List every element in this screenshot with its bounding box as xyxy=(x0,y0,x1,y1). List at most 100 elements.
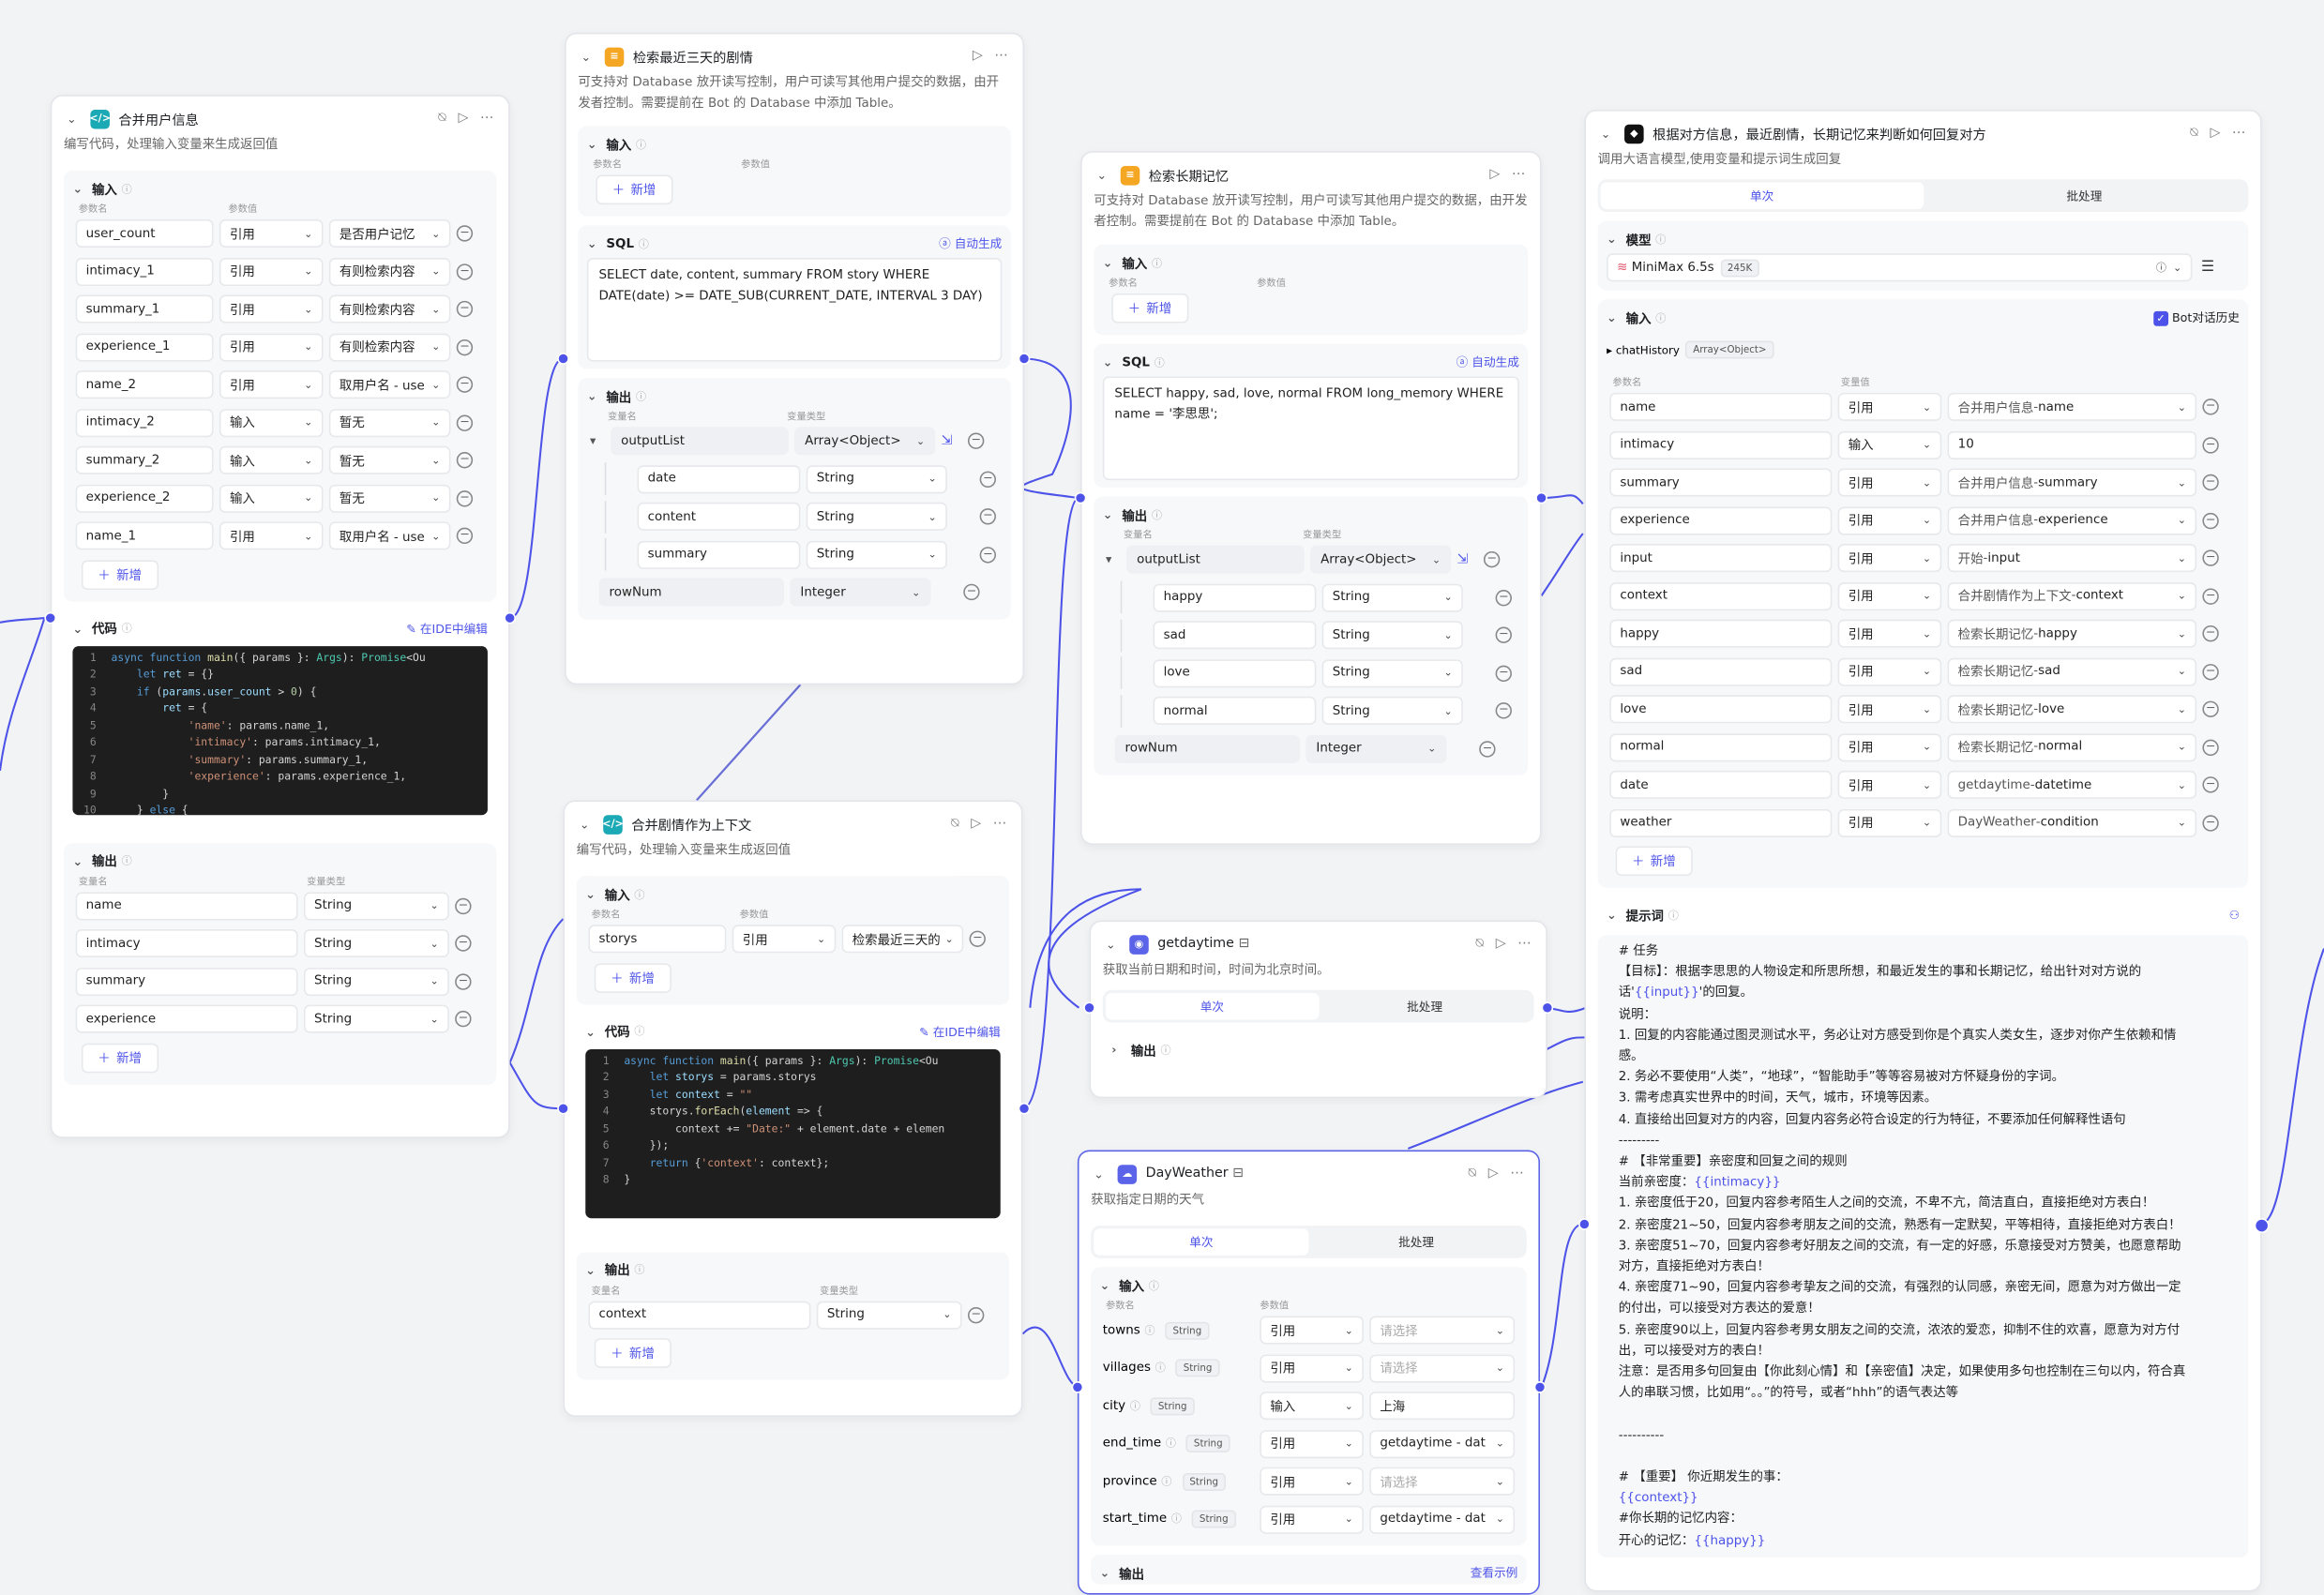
remove-icon[interactable]: − xyxy=(456,452,474,469)
value-select[interactable]: 有则检索内容 ⌄ xyxy=(328,257,451,286)
remove-icon[interactable]: − xyxy=(456,225,474,243)
getdaytime-node[interactable]: ⌄ ◉ getdaytime ⊟ ⍉ ▷ ⋯ 获取当前日期和时间，时间为北京时间。 单次批… xyxy=(1089,920,1547,1099)
sql-editor[interactable]: SELECT happy, sad, love, normal FROM lon… xyxy=(1102,376,1519,481)
var-name-field[interactable]: name xyxy=(75,892,298,921)
value-select[interactable]: 检索长期记忆 - sad ⌄ xyxy=(1947,657,2197,686)
tab-batch[interactable]: 批处理 xyxy=(1319,993,1532,1019)
mode-select[interactable]: 引用 ⌄ xyxy=(219,294,324,324)
type-select[interactable]: String ⌄ xyxy=(1321,583,1463,612)
value-select[interactable]: 开始 - input ⌄ xyxy=(1947,544,2197,573)
param-name-field[interactable]: sad xyxy=(1609,657,1833,686)
code-editor[interactable]: 1 async function main({ params }: Args): … xyxy=(72,645,488,815)
param-name-field[interactable]: happy xyxy=(1609,620,1833,649)
param-name-field[interactable]: experience_2 xyxy=(75,484,214,513)
remove-icon[interactable]: − xyxy=(455,1011,472,1028)
mode-select[interactable]: 引用 ⌄ xyxy=(1837,393,1942,422)
remove-icon[interactable]: − xyxy=(2202,549,2219,567)
remove-icon[interactable]: − xyxy=(2202,588,2219,605)
var-name-field[interactable]: date xyxy=(637,464,801,493)
param-name-field[interactable]: love xyxy=(1609,695,1833,724)
add-child-icon[interactable]: ⇲ xyxy=(942,434,962,449)
mode-select[interactable]: 引用 ⌄ xyxy=(1837,771,1942,800)
param-name-field[interactable]: summary xyxy=(1609,468,1833,497)
param-name-field[interactable]: summary_2 xyxy=(75,446,214,475)
remove-icon[interactable]: − xyxy=(456,528,474,545)
merge-user-info-node[interactable]: ⌄ </> 合并用户信息 ⍉ ▷ ⋯ 编写代码，处理输入变量来生成返回值 ⌄ 输入 ⓘ 参数名… xyxy=(50,95,510,1138)
more-icon[interactable]: ⋯ xyxy=(994,49,1007,64)
tab-batch[interactable]: 批处理 xyxy=(1924,182,2246,208)
workflow-canvas[interactable]: ⌄ </> 合并用户信息 ⍉ ▷ ⋯ 编写代码，处理输入变量来生成返回值 ⌄ 输入 ⓘ 参数名… xyxy=(0,0,2324,1595)
mode-select[interactable]: 引用 ⌄ xyxy=(1837,581,1942,610)
value-select[interactable]: 检索长期记忆 - normal ⌄ xyxy=(1947,732,2197,761)
value-select[interactable]: 检索长期记忆 - happy ⌄ xyxy=(1947,620,2197,649)
remove-icon[interactable]: − xyxy=(979,508,997,525)
mode-select[interactable]: 输入 ⌄ xyxy=(219,484,324,513)
remove-icon[interactable]: − xyxy=(979,471,997,488)
value-select[interactable]: 上海 xyxy=(1369,1392,1516,1421)
tab-single[interactable]: 单次 xyxy=(1600,182,1924,209)
value-select[interactable]: 请选择 ⌄ xyxy=(1369,1354,1516,1383)
value-select[interactable]: 暂无 ⌄ xyxy=(328,484,451,513)
mode-select[interactable]: 引用 ⌄ xyxy=(1837,544,1942,573)
add-input-button[interactable]: ＋ 新增 xyxy=(1111,293,1188,324)
output-port[interactable] xyxy=(1533,1381,1547,1393)
add-output-button[interactable]: ＋ 新增 xyxy=(81,1042,158,1073)
output-port[interactable] xyxy=(1018,353,1031,365)
type-select[interactable]: String ⌄ xyxy=(303,892,449,921)
story-3days-node[interactable]: ⌄ ≡ 检索最近三天的剧情 ▷ ⋯ 可支持对 Database 放开读写控制，用户可读写… xyxy=(565,32,1025,685)
run-icon[interactable]: ▷ xyxy=(458,112,468,127)
value-select[interactable]: 检索长期记忆 - love ⌄ xyxy=(1947,695,2197,724)
var-name-field[interactable]: summary xyxy=(637,540,801,569)
mode-select[interactable]: 输入 ⌄ xyxy=(219,408,324,437)
collapse-chevron-icon[interactable]: ⌄ xyxy=(67,112,82,125)
remove-icon[interactable]: − xyxy=(979,546,997,564)
remove-icon[interactable]: − xyxy=(1495,626,1512,644)
param-name-field[interactable]: user_count xyxy=(75,219,214,248)
mode-select[interactable]: 引用 ⌄ xyxy=(1260,1316,1364,1345)
input-port[interactable] xyxy=(1071,1381,1084,1393)
input-port[interactable] xyxy=(557,353,569,365)
remove-icon[interactable]: − xyxy=(2202,663,2219,681)
type-select[interactable]: String ⌄ xyxy=(1321,697,1463,726)
type-select[interactable]: String ⌄ xyxy=(303,1004,449,1034)
type-select[interactable]: String ⌄ xyxy=(1321,658,1463,687)
output-port[interactable] xyxy=(504,611,516,624)
value-select[interactable]: 取用户名 - use ⌄ xyxy=(328,521,451,550)
mode-select[interactable]: 引用 ⌄ xyxy=(1837,506,1942,535)
type-select[interactable]: String ⌄ xyxy=(806,464,947,493)
tab-batch[interactable]: 批处理 xyxy=(1308,1228,1523,1255)
mode-select[interactable]: 引用 ⌄ xyxy=(1260,1505,1364,1534)
remove-icon[interactable]: − xyxy=(455,935,472,953)
value-select[interactable]: 合并用户信息 - summary ⌄ xyxy=(1947,468,2197,497)
param-name-field[interactable]: name xyxy=(1609,393,1833,422)
long-memory-node[interactable]: ⌄ ≡ 检索长期记忆 ▷ ⋯ 可支持对 Database 放开读写控制，用户可读写其他用… xyxy=(1080,151,1542,845)
remove-icon[interactable]: − xyxy=(2202,739,2219,756)
mode-select[interactable]: 引用 ⌄ xyxy=(219,521,324,550)
prompt-editor[interactable]: # 任务 【目标】：根据李思思的人物设定和所思所想，和最近发生的事和长期记忆，给出… xyxy=(1597,935,2249,1557)
auto-generate-button[interactable]: ⓐ 自动生成 xyxy=(939,235,1002,251)
type-select[interactable]: String ⌄ xyxy=(1321,621,1463,650)
mode-select[interactable]: 输入 ⌄ xyxy=(219,446,324,475)
var-name-field[interactable]: sad xyxy=(1153,621,1317,650)
output-port[interactable] xyxy=(1535,491,1547,504)
add-input-button[interactable]: ＋ 新增 xyxy=(1615,846,1693,877)
param-name-field[interactable]: experience xyxy=(1609,506,1833,535)
llm-reply-node[interactable]: ⌄ ◆ 根据对方信息，最近剧情，长期记忆来判断如何回复对方 ⍉ ▷ ⋯ 调用大语言模型,使… xyxy=(1584,109,2262,1592)
add-input-button[interactable]: ＋ 新增 xyxy=(596,174,672,205)
value-select[interactable]: 有则检索内容 ⌄ xyxy=(328,294,451,324)
remove-icon[interactable]: − xyxy=(2202,436,2219,454)
settings-icon[interactable]: ☰ xyxy=(2201,260,2214,276)
input-port[interactable] xyxy=(557,1102,569,1115)
value-select[interactable]: DayWeather - condition ⌄ xyxy=(1947,808,2197,837)
mode-select[interactable]: 引用 ⌄ xyxy=(1837,695,1942,724)
input-port[interactable] xyxy=(1083,1001,1095,1015)
input-port[interactable] xyxy=(1578,1218,1591,1230)
tab-single[interactable]: 单次 xyxy=(1094,1228,1309,1256)
remove-icon[interactable]: − xyxy=(1495,589,1512,607)
value-select[interactable]: getdaytime - dat ⌄ xyxy=(1369,1505,1516,1534)
remove-icon[interactable]: − xyxy=(456,301,474,318)
remove-icon[interactable]: − xyxy=(1495,702,1512,719)
edit-in-ide-link[interactable]: ✎ 在IDE中编辑 xyxy=(919,1023,1001,1039)
mode-select[interactable]: 引用 ⌄ xyxy=(1260,1429,1364,1458)
param-name-field[interactable]: weather xyxy=(1609,808,1833,837)
